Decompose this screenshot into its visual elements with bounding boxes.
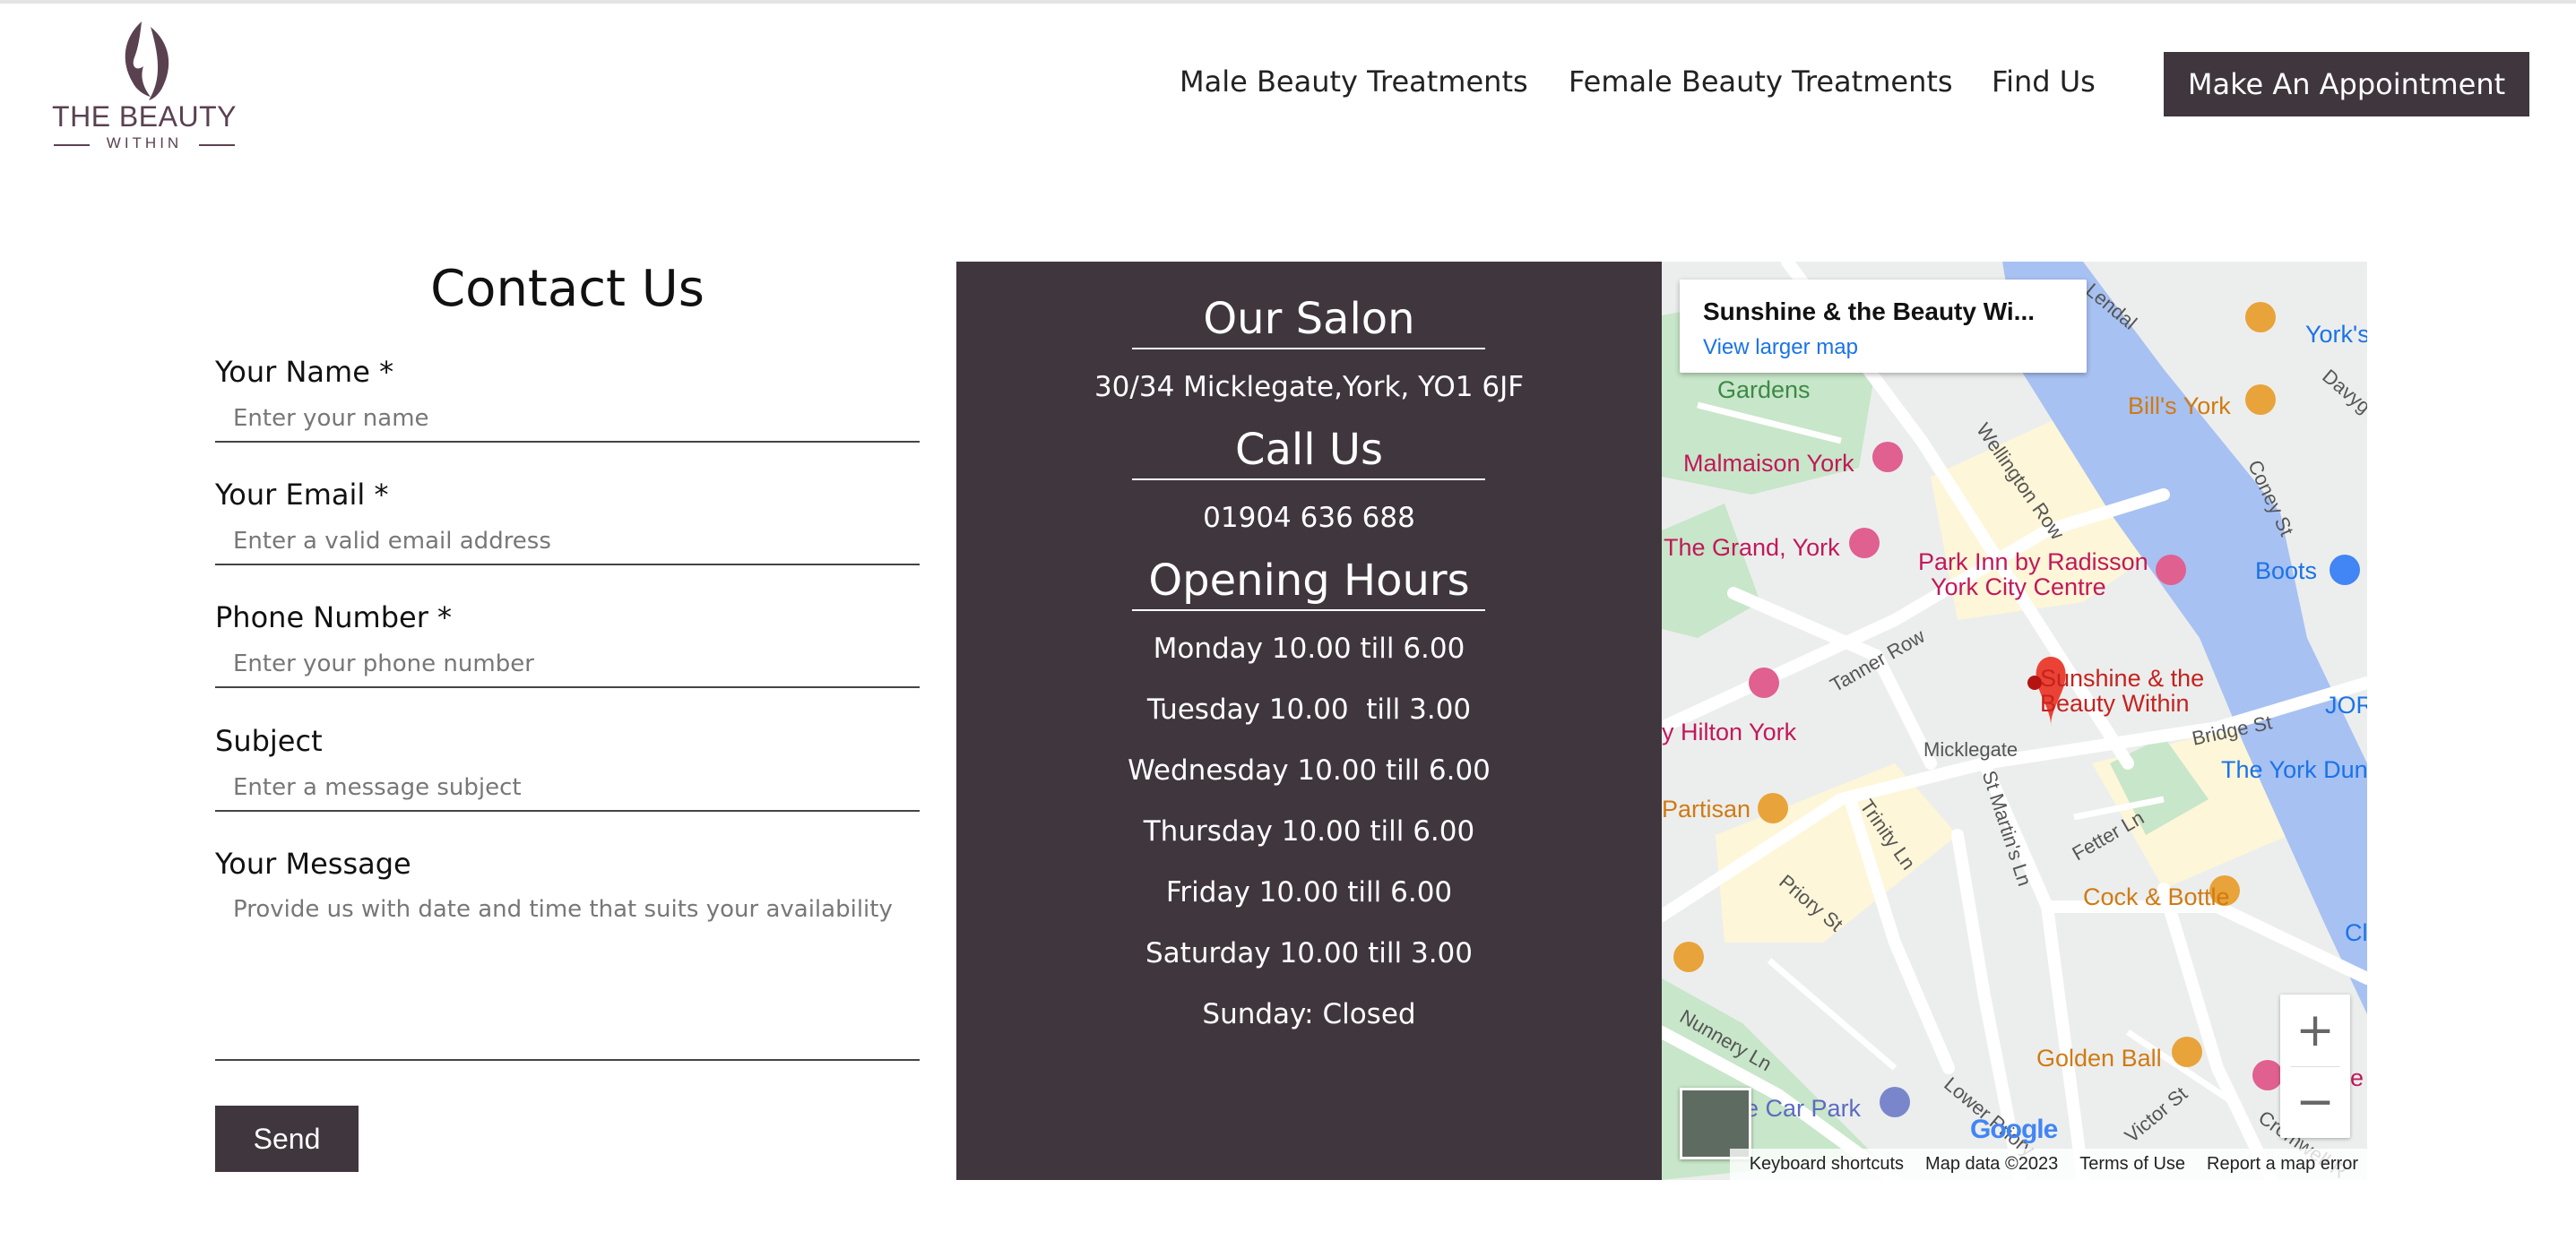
hours-tuesday: Tuesday 10.00 till 3.00 [1146, 693, 1472, 726]
send-button[interactable]: Send [215, 1106, 359, 1172]
opening-hours-rule [1132, 609, 1485, 611]
message-textarea[interactable] [215, 887, 920, 1061]
map-place-partisan[interactable]: Partisan [1662, 796, 1750, 823]
make-appointment-button[interactable]: Make An Appointment [2164, 52, 2529, 116]
map-place-gardens[interactable]: Gardens [1717, 376, 1811, 404]
email-label: Your Email * [215, 478, 389, 512]
embedded-map[interactable]: Gardens Malmaison York The Grand, York P… [1662, 262, 2367, 1180]
report-map-error-link[interactable]: Report a map error [2207, 1154, 2358, 1175]
phone-input[interactable] [215, 642, 920, 688]
message-label: Your Message [215, 847, 411, 881]
map-place-the-grand[interactable]: The Grand, York [1664, 534, 1840, 562]
zoom-in-button[interactable]: + [2280, 995, 2350, 1066]
phone-label: Phone Number * [215, 600, 453, 634]
hours-monday: Monday 10.00 till 6.00 [1153, 633, 1465, 665]
email-input[interactable] [215, 519, 920, 565]
zoom-controls: + − [2280, 995, 2350, 1138]
nav-female-treatments[interactable]: Female Beauty Treatments [1569, 65, 1953, 99]
map-place-golden-ball[interactable]: Golden Ball [2036, 1045, 2162, 1072]
hours-sunday: Sunday: Closed [1202, 998, 1416, 1030]
map-place-sunshine-2[interactable]: Beauty Within [2040, 690, 2190, 718]
logo[interactable]: THE BEAUTY WITHIN [50, 18, 238, 151]
salon-address: 30/34 Micklegate,York, YO1 6JF [1094, 371, 1525, 403]
map-street-micklegate: Micklegate [1923, 738, 2018, 761]
hours-thursday: Thursday 10.00 till 6.00 [1143, 815, 1475, 848]
nav-find-us[interactable]: Find Us [1992, 65, 2096, 99]
view-larger-map-link[interactable]: View larger map [1703, 335, 1858, 360]
name-label: Your Name * [215, 355, 394, 389]
zoom-out-button[interactable]: − [2280, 1066, 2350, 1138]
map-place-sunshine-1[interactable]: Sunshine & the [2040, 665, 2204, 693]
hours-saturday: Saturday 10.00 till 3.00 [1145, 937, 1474, 969]
contact-title: Contact Us [430, 260, 705, 318]
call-us-heading: Call Us [1235, 425, 1383, 475]
salon-info-panel: Our Salon 30/34 Micklegate,York, YO1 6JF… [956, 262, 1662, 1180]
our-salon-heading: Our Salon [1203, 294, 1415, 344]
map-place-jorvik[interactable]: JORV [2325, 692, 2367, 719]
hours-wednesday: Wednesday 10.00 till 6.00 [1128, 754, 1491, 787]
map-place-hilton[interactable]: y Hilton York [1662, 719, 1796, 746]
nav-male-treatments[interactable]: Male Beauty Treatments [1180, 65, 1528, 99]
map-card-title: Sunshine & the Beauty Wi... [1703, 297, 2036, 325]
logo-face-icon [125, 22, 169, 100]
keyboard-shortcuts-link[interactable]: Keyboard shortcuts [1750, 1154, 1904, 1175]
subject-label: Subject [215, 724, 323, 758]
map-place-york-dungeon[interactable]: The York Dun [2221, 756, 2367, 784]
logo-name: THE BEAUTY [52, 100, 237, 133]
map-attribution-bar: Keyboard shortcuts Map data ©2023 Terms … [1730, 1149, 2367, 1180]
opening-hours-heading: Opening Hours [1148, 556, 1470, 606]
map-place-park-inn-2[interactable]: York City Centre [1931, 573, 2106, 601]
map-place-cock-bottle[interactable]: Cock & Bottle [2083, 883, 2230, 911]
salon-phone[interactable]: 01904 636 688 [956, 502, 1662, 534]
map-info-card: Sunshine & the Beauty Wi... View larger … [1680, 280, 2087, 373]
terms-of-use-link[interactable]: Terms of Use [2079, 1154, 2185, 1175]
map-place-bills-york[interactable]: Bill's York [2128, 392, 2231, 420]
map-place-yorks[interactable]: York's [2305, 321, 2367, 349]
map-place-cl[interactable]: Cl [2345, 919, 2367, 947]
top-border [0, 0, 2576, 4]
hours-friday: Friday 10.00 till 6.00 [1165, 876, 1453, 909]
logo-tagline: WITHIN [106, 134, 183, 151]
map-place-park-inn-1[interactable]: Park Inn by Radisson [1918, 548, 2148, 576]
map-data-text: Map data ©2023 [1925, 1154, 2059, 1174]
name-input[interactable] [215, 396, 920, 443]
subject-input[interactable] [215, 765, 920, 812]
map-place-boots[interactable]: Boots [2255, 557, 2317, 585]
map-place-malmaison[interactable]: Malmaison York [1683, 450, 1854, 478]
logo-rule-right [199, 144, 235, 146]
google-logo: Google [1970, 1115, 2058, 1144]
call-us-rule [1132, 478, 1485, 480]
our-salon-rule [1132, 348, 1485, 349]
